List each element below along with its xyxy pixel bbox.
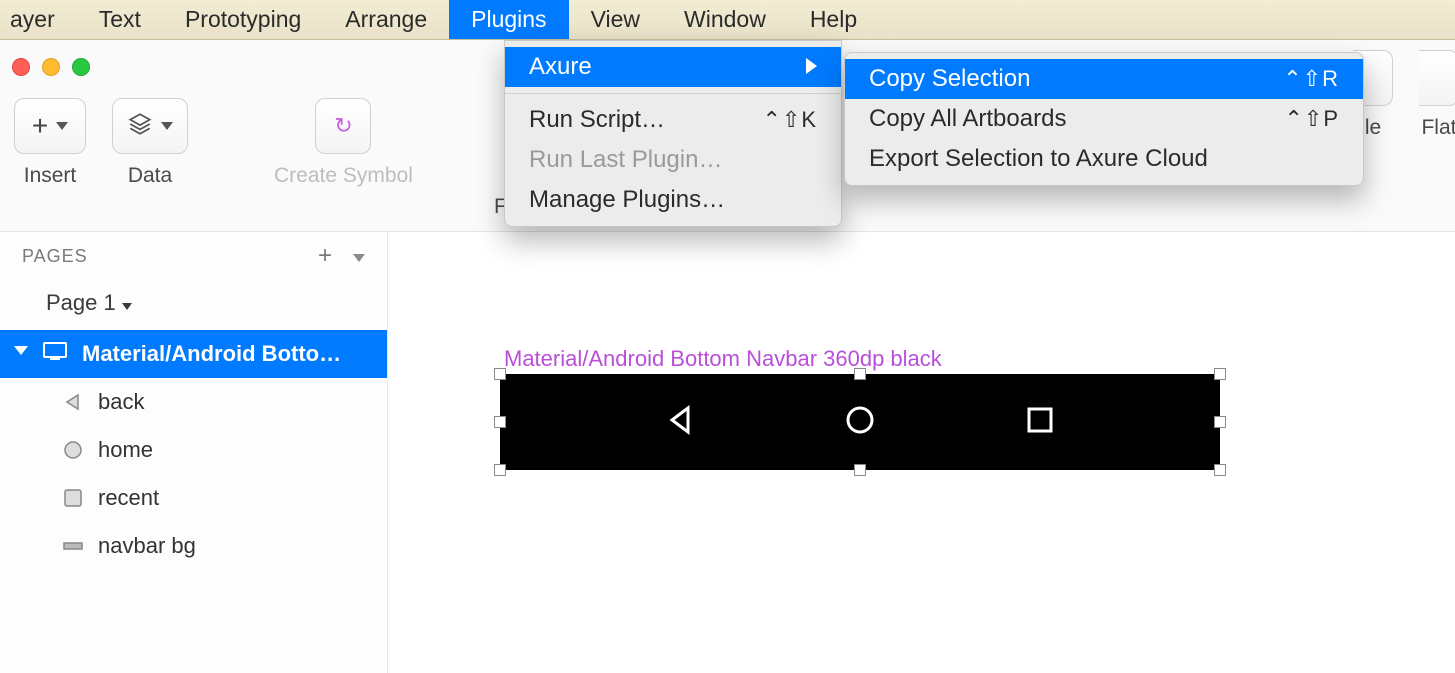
add-page-button[interactable]: + <box>318 242 333 270</box>
chevron-down-icon <box>56 117 68 135</box>
axure-export-cloud[interactable]: Export Selection to Axure Cloud <box>845 139 1363 179</box>
toolbar-right: le Flat <box>1353 50 1455 140</box>
artboard-icon <box>42 340 68 368</box>
menu-item-label: Copy All Artboards <box>869 105 1066 133</box>
insert-label: Insert <box>24 164 77 188</box>
data-button[interactable] <box>112 98 188 154</box>
layer-panel: PAGES + Page 1 Material/Android Botto… b… <box>0 232 388 673</box>
plugins-menu-axure[interactable]: Axure <box>505 47 841 87</box>
toolbar-partial-label-1: le <box>1365 116 1381 140</box>
chevron-down-icon <box>122 290 132 316</box>
menu-window[interactable]: Window <box>662 0 788 39</box>
layer-label: recent <box>98 485 159 511</box>
square-icon <box>62 487 84 509</box>
android-navbar <box>500 374 1220 470</box>
menu-item-label: Run Script… <box>529 106 665 134</box>
axure-copy-selection[interactable]: Copy Selection ⌃⇧R <box>845 59 1363 99</box>
plugins-menu-manage[interactable]: Manage Plugins… <box>505 180 841 220</box>
menu-item-shortcut: ⌃⇧P <box>1284 106 1339 132</box>
artboard-selection[interactable] <box>500 374 1220 470</box>
menu-item-label: Manage Plugins… <box>529 186 725 214</box>
artboard-row[interactable]: Material/Android Botto… <box>0 330 387 378</box>
circle-icon <box>62 439 84 461</box>
menu-item-shortcut: ⌃⇧R <box>1283 66 1339 92</box>
rectangle-icon <box>62 535 84 557</box>
resize-handle[interactable] <box>854 368 866 380</box>
artboard-name: Material/Android Botto… <box>82 341 341 367</box>
create-symbol-label: Create Symbol <box>274 164 413 188</box>
android-home-icon <box>842 402 878 443</box>
menu-help[interactable]: Help <box>788 0 879 39</box>
pages-title: PAGES <box>22 246 88 267</box>
canvas[interactable]: Material/Android Bottom Navbar 360dp bla… <box>388 232 1455 673</box>
data-label: Data <box>128 164 172 188</box>
menu-prototyping[interactable]: Prototyping <box>163 0 323 39</box>
chevron-down-icon <box>161 117 173 135</box>
minimize-window[interactable] <box>42 58 60 76</box>
menu-separator <box>505 93 841 94</box>
artboard-label[interactable]: Material/Android Bottom Navbar 360dp bla… <box>504 346 942 372</box>
layer-label: back <box>98 389 144 415</box>
menubar: ayer Text Prototyping Arrange Plugins Vi… <box>0 0 1455 40</box>
menu-arrange[interactable]: Arrange <box>323 0 449 39</box>
page-name: Page 1 <box>46 290 116 316</box>
layer-label: home <box>98 437 153 463</box>
toolbar-partial-label-2: Flat <box>1421 116 1455 140</box>
resize-handle[interactable] <box>494 416 506 428</box>
close-window[interactable] <box>12 58 30 76</box>
plus-icon <box>32 110 48 142</box>
resize-handle[interactable] <box>1214 368 1226 380</box>
android-recent-icon <box>1022 402 1058 443</box>
resize-handle[interactable] <box>854 464 866 476</box>
layer-item-back[interactable]: back <box>0 378 387 426</box>
axure-copy-all-artboards[interactable]: Copy All Artboards ⌃⇧P <box>845 99 1363 139</box>
android-back-icon <box>662 402 698 443</box>
menu-item-label: Axure <box>529 53 592 81</box>
triangle-icon <box>62 391 84 413</box>
layer-item-home[interactable]: home <box>0 426 387 474</box>
window-controls <box>12 58 90 76</box>
disclosure-triangle-icon[interactable] <box>14 341 28 367</box>
menu-item-label: Copy Selection <box>869 65 1030 93</box>
layer-item-recent[interactable]: recent <box>0 474 387 522</box>
pages-menu-chevron[interactable] <box>353 246 365 267</box>
zoom-window[interactable] <box>72 58 90 76</box>
plugins-menu-run-last: Run Last Plugin… <box>505 140 841 180</box>
create-symbol-button[interactable]: ↻ <box>315 98 371 154</box>
menu-item-label: Export Selection to Axure Cloud <box>869 145 1208 173</box>
menu-plugins[interactable]: Plugins <box>449 0 568 39</box>
app-window: Insert Data ↻ Create Symbol F le <box>0 40 1455 673</box>
menu-layer[interactable]: ayer <box>0 0 77 39</box>
menu-text[interactable]: Text <box>77 0 163 39</box>
menu-view[interactable]: View <box>569 0 662 39</box>
resize-handle[interactable] <box>1214 464 1226 476</box>
menu-item-shortcut: ⌃⇧K <box>762 107 817 133</box>
pages-header: PAGES + <box>0 232 387 276</box>
resize-handle[interactable] <box>1214 416 1226 428</box>
layers-icon <box>127 111 153 142</box>
resize-handle[interactable] <box>494 464 506 476</box>
layer-item-navbar-bg[interactable]: navbar bg <box>0 522 387 570</box>
axure-submenu: Copy Selection ⌃⇧R Copy All Artboards ⌃⇧… <box>844 52 1364 186</box>
plugins-menu-run-script[interactable]: Run Script… ⌃⇧K <box>505 100 841 140</box>
page-selector[interactable]: Page 1 <box>0 276 387 330</box>
create-symbol-icon: ↻ <box>334 113 352 139</box>
resize-handle[interactable] <box>494 368 506 380</box>
toolbar-partial-button-2[interactable] <box>1419 50 1455 106</box>
insert-button[interactable] <box>14 98 86 154</box>
plugins-dropdown: Axure Run Script… ⌃⇧K Run Last Plugin… M… <box>504 40 842 227</box>
layer-label: navbar bg <box>98 533 196 559</box>
menu-item-label: Run Last Plugin… <box>529 146 722 174</box>
submenu-arrow-icon <box>806 53 817 81</box>
